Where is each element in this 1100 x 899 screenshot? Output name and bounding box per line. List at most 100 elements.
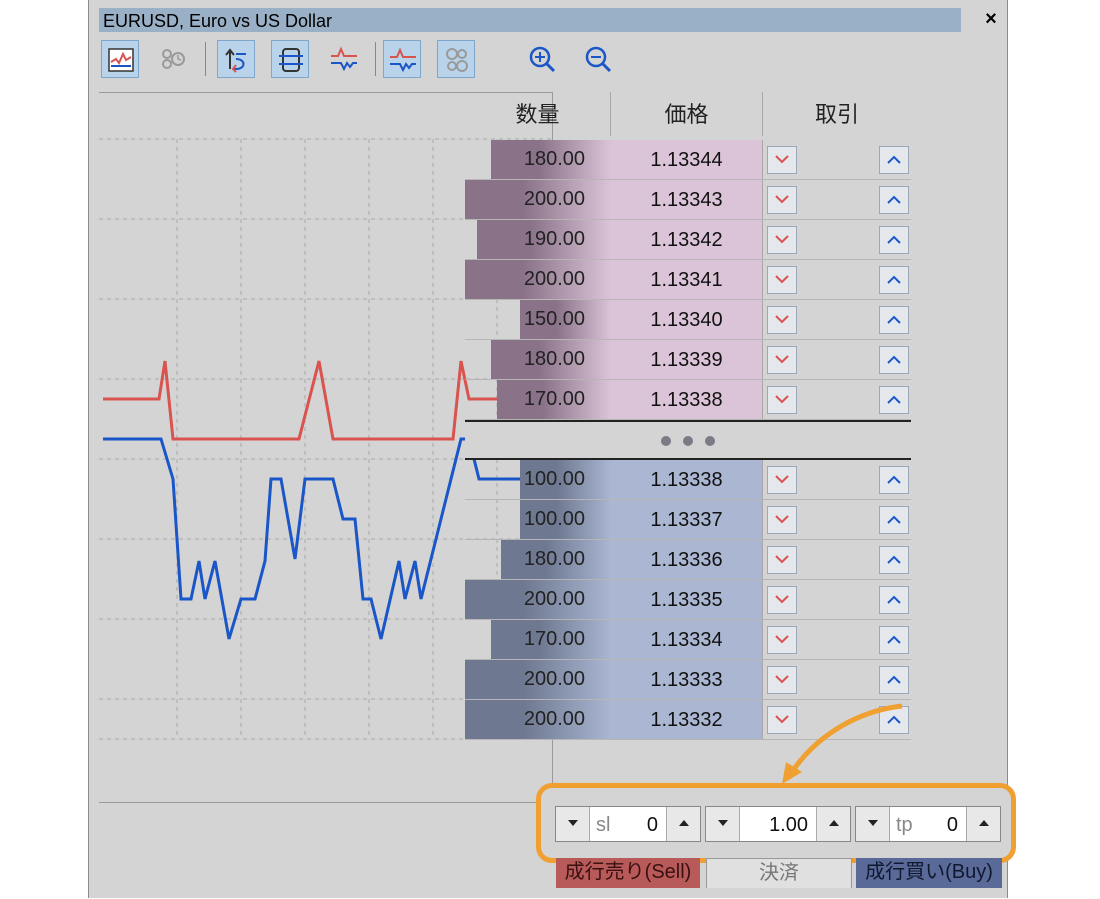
- sell-limit-button[interactable]: [767, 226, 797, 254]
- sell-limit-button[interactable]: [767, 626, 797, 654]
- sell-limit-button[interactable]: [767, 266, 797, 294]
- volume-value: 180.00: [523, 548, 585, 570]
- buy-limit-button[interactable]: [879, 266, 909, 294]
- volume-cell: 200.00: [465, 260, 611, 299]
- price-cell: 1.13337: [611, 500, 763, 539]
- volume-cell: 150.00: [465, 300, 611, 339]
- depth-of-market-table: 数量 価格 取引 180.00 1.13344 200.00 1.13343 190.0…: [465, 92, 911, 792]
- chevron-up-icon: [887, 275, 901, 284]
- auto-scroll-button[interactable]: [217, 40, 255, 78]
- chart-toggle-button[interactable]: [101, 40, 139, 78]
- volume-increase-button[interactable]: [816, 807, 850, 841]
- buy-limit-button[interactable]: [879, 386, 909, 414]
- chevron-up-icon: [887, 595, 901, 604]
- volume-value: 200.00: [523, 708, 585, 730]
- price-cell: 1.13339: [611, 340, 763, 379]
- ask-row: 180.00 1.13339: [465, 340, 911, 380]
- price-cell: 1.13338: [611, 460, 763, 499]
- sell-limit-button[interactable]: [767, 386, 797, 414]
- volume-value: 100.00: [523, 508, 585, 530]
- sell-limit-button[interactable]: [767, 186, 797, 214]
- sell-limit-button[interactable]: [767, 466, 797, 494]
- buy-limit-button[interactable]: [879, 306, 909, 334]
- price-cell: 1.13333: [611, 660, 763, 699]
- volume-field[interactable]: 1.00: [742, 807, 814, 841]
- buy-limit-button[interactable]: [879, 626, 909, 654]
- tp-increase-button[interactable]: [966, 807, 1000, 841]
- chevron-down-icon: [775, 195, 789, 204]
- stop-loss-spinner[interactable]: sl 0: [555, 806, 701, 842]
- column-header-price: 価格: [611, 92, 763, 136]
- chevron-down-icon: [775, 675, 789, 684]
- sl-field[interactable]: sl 0: [592, 807, 664, 841]
- chevron-up-icon: [887, 675, 901, 684]
- zoom-in-icon: [529, 46, 556, 73]
- buy-limit-button[interactable]: [879, 666, 909, 694]
- price-cell: 1.13335: [611, 580, 763, 619]
- chevron-down-icon: [775, 515, 789, 524]
- sell-limit-button[interactable]: [767, 546, 797, 574]
- lower-pane: [99, 802, 553, 899]
- sell-limit-button[interactable]: [767, 346, 797, 374]
- volume-value: 100.00: [523, 468, 585, 490]
- volume-value: 200.00: [523, 188, 585, 210]
- sell-limit-button[interactable]: [767, 506, 797, 534]
- volume-cell: 100.00: [465, 460, 611, 499]
- ask-row: 180.00 1.13344: [465, 140, 911, 180]
- timed-orders-button[interactable]: [153, 40, 191, 78]
- close-position-button[interactable]: 決済: [706, 858, 852, 888]
- volume-cell: 180.00: [465, 340, 611, 379]
- buy-limit-button[interactable]: [879, 346, 909, 374]
- buy-limit-button[interactable]: [879, 186, 909, 214]
- window-title: EURUSD, Euro vs US Dollar: [103, 11, 333, 31]
- level2-lines-button[interactable]: [383, 40, 421, 78]
- sell-limit-button[interactable]: [767, 586, 797, 614]
- buy-market-button[interactable]: 成行買い(Buy): [856, 858, 1002, 888]
- price-cell: 1.13344: [611, 140, 763, 179]
- level-lines-icon: [390, 47, 416, 73]
- price-cell: 1.13342: [611, 220, 763, 259]
- spread-separator: [465, 420, 911, 460]
- buy-limit-button[interactable]: [879, 586, 909, 614]
- sell-limit-button[interactable]: [767, 306, 797, 334]
- price-cell: 1.13341: [611, 260, 763, 299]
- close-button[interactable]: ×: [981, 8, 1001, 30]
- sl-increase-button[interactable]: [666, 807, 700, 841]
- bid-row: 200.00 1.13333: [465, 660, 911, 700]
- volume-value: 170.00: [523, 628, 585, 650]
- chevron-down-icon: [775, 355, 789, 364]
- volume-bubbles-button[interactable]: [437, 40, 475, 78]
- chevron-down-icon: [775, 555, 789, 564]
- sell-limit-button[interactable]: [767, 666, 797, 694]
- triangle-up-icon: [829, 820, 839, 826]
- box-lines-icon: [279, 48, 303, 72]
- buy-limit-button[interactable]: [879, 546, 909, 574]
- tick-filter-button[interactable]: [271, 40, 309, 78]
- tp-decrease-button[interactable]: [856, 807, 890, 841]
- sl-decrease-button[interactable]: [556, 807, 590, 841]
- volume-spinner[interactable]: 1.00: [705, 806, 851, 842]
- buy-limit-button[interactable]: [879, 146, 909, 174]
- take-profit-spinner[interactable]: tp 0: [855, 806, 1001, 842]
- sell-market-button[interactable]: 成行売り(Sell): [556, 858, 700, 888]
- buy-limit-button[interactable]: [879, 466, 909, 494]
- chevron-down-icon: [775, 395, 789, 404]
- buy-limit-button[interactable]: [879, 226, 909, 254]
- volume-decrease-button[interactable]: [706, 807, 740, 841]
- bid-ask-lines-button[interactable]: [325, 40, 363, 78]
- volume-value: 180.00: [523, 148, 585, 170]
- separator-dot: [661, 436, 671, 446]
- chevron-up-icon: [887, 315, 901, 324]
- buy-limit-button[interactable]: [879, 506, 909, 534]
- column-header-trade: 取引: [814, 102, 859, 127]
- tp-field[interactable]: tp 0: [892, 807, 964, 841]
- volume-cell: 200.00: [465, 580, 611, 619]
- zoom-out-button[interactable]: [579, 40, 617, 78]
- zoom-in-button[interactable]: [523, 40, 561, 78]
- volume-cell: 170.00: [465, 380, 611, 419]
- volume-value: 200.00: [523, 268, 585, 290]
- volume-cell: 170.00: [465, 620, 611, 659]
- toolbar: [101, 38, 991, 82]
- chevron-up-icon: [887, 235, 901, 244]
- sell-limit-button[interactable]: [767, 146, 797, 174]
